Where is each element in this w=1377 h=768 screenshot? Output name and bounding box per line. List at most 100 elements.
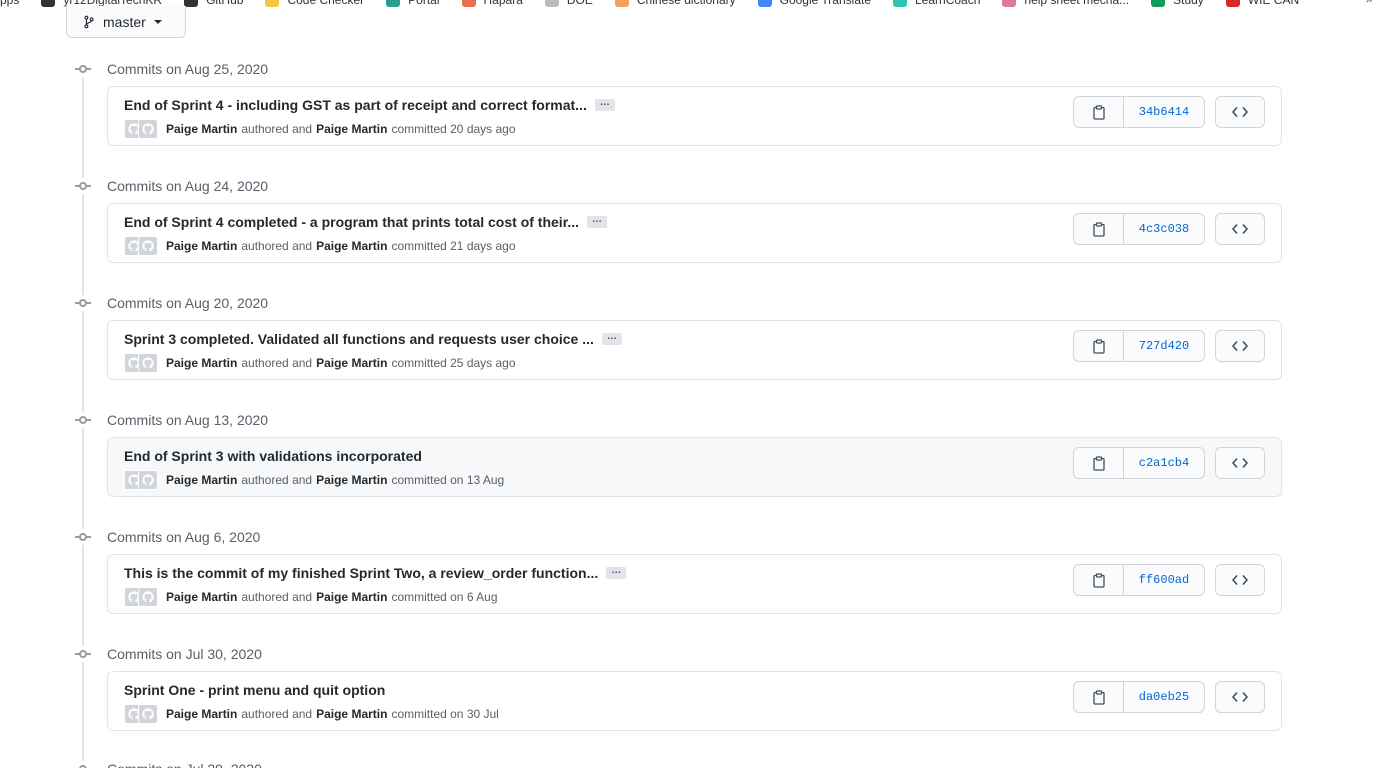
expand-message-button[interactable]: … — [601, 332, 622, 345]
commit-meta: Paige Martin authored and Paige Martin c… — [124, 470, 504, 490]
committer-link[interactable]: Paige Martin — [316, 356, 387, 370]
expand-message-button[interactable]: … — [606, 566, 627, 579]
bookmark-label: Google Translate — [779, 0, 871, 7]
browse-repo-button[interactable] — [1215, 564, 1265, 596]
bookmark-item[interactable]: Code Checker — [265, 0, 364, 7]
bookmarks-more-icon[interactable]: » — [1366, 0, 1373, 6]
bookmarks-bar: pps yr12DigitalTechKR GitHub Code Checker Po… — [0, 0, 1377, 9]
committed-time: committed on 6 Aug — [391, 590, 498, 604]
browse-repo-button[interactable] — [1215, 213, 1265, 245]
branch-label: master — [103, 13, 146, 30]
code-icon — [1232, 691, 1248, 703]
author-link[interactable]: Paige Martin — [166, 122, 237, 136]
commit-sha-link[interactable]: c2a1cb4 — [1124, 448, 1204, 478]
commit-date: Commits on Jul 30, 2020 — [107, 646, 262, 662]
commit-group-header: Commits on Jul 30, 2020 — [75, 644, 262, 664]
author-link[interactable]: Paige Martin — [166, 356, 237, 370]
bookmark-item[interactable]: LearnCoach — [893, 0, 980, 7]
branch-selector[interactable]: master — [66, 6, 186, 38]
commit-sha-link[interactable]: da0eb25 — [1124, 682, 1204, 712]
bookmark-item[interactable]: DOE — [544, 0, 593, 7]
copy-sha-button[interactable] — [1074, 214, 1124, 244]
code-icon — [1232, 457, 1248, 469]
committer-avatar[interactable] — [138, 587, 158, 607]
committer-avatar[interactable] — [138, 704, 158, 724]
bookmark-label: GitHub — [206, 0, 244, 7]
sha-button-group: 34b6414 — [1073, 96, 1205, 128]
git-commit-icon — [75, 646, 91, 662]
clipboard-icon — [1092, 689, 1105, 705]
bookmark-label: help sheet mecha... — [1024, 0, 1130, 7]
bookmark-item[interactable]: Google Translate — [757, 0, 871, 7]
commit-title-link[interactable]: End of Sprint 4 - including GST as part … — [124, 97, 587, 113]
commit-title-link[interactable]: Sprint 3 completed. Validated all functi… — [124, 331, 594, 347]
bookmark-label: Code Checker — [287, 0, 365, 7]
copy-sha-button[interactable] — [1074, 97, 1124, 127]
commit-date: Commits on Aug 20, 2020 — [107, 295, 269, 311]
commit-title-link[interactable]: End of Sprint 3 with validations incorpo… — [124, 448, 422, 464]
bookmark-item[interactable]: Hapara — [461, 0, 523, 7]
committer-link[interactable]: Paige Martin — [316, 473, 387, 487]
commit-group-header: Commits on Aug 6, 2020 — [75, 527, 260, 547]
authored-text: authored and — [241, 239, 313, 253]
committed-time: committed on 30 Jul — [391, 707, 499, 721]
copy-sha-button[interactable] — [1074, 448, 1124, 478]
bookmark-item[interactable]: Portal — [386, 0, 440, 7]
commit-group-header: Commits on Jul 29, 2020 — [75, 759, 262, 768]
browse-repo-button[interactable] — [1215, 681, 1265, 713]
browse-repo-button[interactable] — [1215, 447, 1265, 479]
author-link[interactable]: Paige Martin — [166, 590, 237, 604]
sha-button-group: ff600ad — [1073, 564, 1205, 596]
commit-title-row: End of Sprint 4 completed - a program th… — [124, 214, 608, 230]
committer-link[interactable]: Paige Martin — [316, 590, 387, 604]
copy-sha-button[interactable] — [1074, 682, 1124, 712]
bookmark-item[interactable]: GitHub — [184, 0, 243, 7]
browse-repo-button[interactable] — [1215, 96, 1265, 128]
learncoach-icon — [893, 0, 907, 7]
avatar-stack — [124, 236, 158, 256]
commit-group-header: Commits on Aug 25, 2020 — [75, 59, 268, 79]
shield-icon — [1225, 0, 1240, 7]
committer-link[interactable]: Paige Martin — [316, 239, 387, 253]
commit-sha-link[interactable]: 34b6414 — [1124, 97, 1204, 127]
authored-text: authored and — [241, 473, 313, 487]
git-commit-icon — [75, 529, 91, 545]
expand-message-button[interactable]: … — [587, 215, 608, 228]
committer-link[interactable]: Paige Martin — [316, 122, 387, 136]
bookmark-item[interactable]: Chinese dictionary — [614, 0, 736, 7]
committer-avatar[interactable] — [138, 236, 158, 256]
commit-title-link[interactable]: This is the commit of my finished Sprint… — [124, 565, 598, 581]
committer-link[interactable]: Paige Martin — [316, 707, 387, 721]
authored-text: authored and — [241, 356, 313, 370]
browse-repo-button[interactable] — [1215, 330, 1265, 362]
copy-sha-button[interactable] — [1074, 565, 1124, 595]
git-commit-icon — [75, 178, 91, 194]
committer-avatar[interactable] — [138, 119, 158, 139]
commit-meta: Paige Martin authored and Paige Martin c… — [124, 587, 498, 607]
bookmark-item[interactable]: WIE CAN — [1225, 0, 1299, 7]
translate-icon — [757, 0, 772, 7]
commit-group-header: Commits on Aug 20, 2020 — [75, 293, 268, 313]
clipboard-icon — [1092, 572, 1105, 588]
clipboard-icon — [1092, 221, 1105, 237]
commit-meta: Paige Martin authored and Paige Martin c… — [124, 353, 516, 373]
bookmark-item[interactable]: pps — [0, 0, 19, 7]
author-link[interactable]: Paige Martin — [166, 707, 237, 721]
copy-sha-button[interactable] — [1074, 331, 1124, 361]
commit-sha-link[interactable]: 4c3c038 — [1124, 214, 1204, 244]
committer-avatar[interactable] — [138, 353, 158, 373]
code-icon — [1232, 574, 1248, 586]
commit-sha-link[interactable]: ff600ad — [1124, 565, 1204, 595]
bookmark-label: pps — [0, 0, 20, 7]
commit-title-link[interactable]: End of Sprint 4 completed - a program th… — [124, 214, 579, 230]
expand-message-button[interactable]: … — [594, 98, 615, 111]
hapara-icon — [461, 0, 476, 7]
committer-avatar[interactable] — [138, 470, 158, 490]
author-link[interactable]: Paige Martin — [166, 473, 237, 487]
bookmark-item[interactable]: help sheet mecha... — [1002, 0, 1129, 7]
commit-title-link[interactable]: Sprint One - print menu and quit option — [124, 682, 385, 698]
git-branch-icon — [84, 15, 94, 28]
commit-sha-link[interactable]: 727d420 — [1124, 331, 1204, 361]
bookmark-item[interactable]: Study — [1151, 0, 1204, 7]
author-link[interactable]: Paige Martin — [166, 239, 237, 253]
